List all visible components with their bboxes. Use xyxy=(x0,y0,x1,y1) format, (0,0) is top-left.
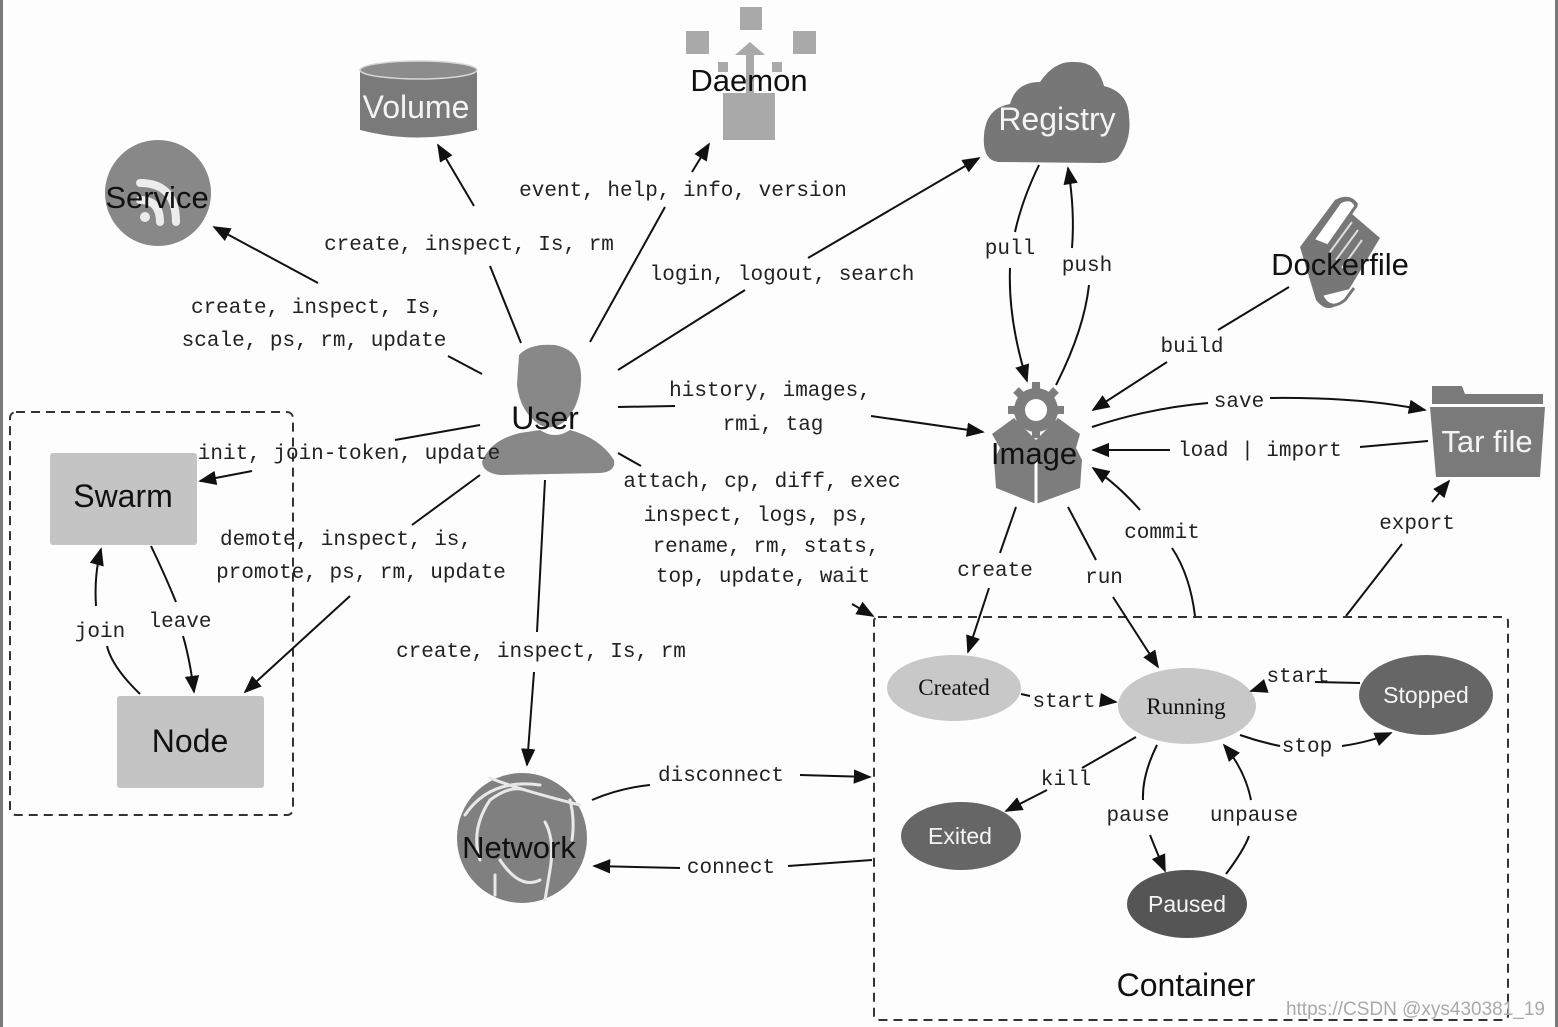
docker-command-diagram: Volume Daemon Registry Service User Dock… xyxy=(9,7,1545,1021)
service-label: Service xyxy=(105,180,208,215)
service-node[interactable]: Service xyxy=(105,140,211,246)
edge-label-commit: commit xyxy=(1124,522,1200,545)
edge-label-node-2: promote, ps, rm, update xyxy=(216,562,506,585)
user-node[interactable]: User xyxy=(482,344,615,475)
edge-container-network-connect: connect xyxy=(592,857,873,880)
state-stopped-label: Stopped xyxy=(1383,682,1469,708)
edge-label-push: push xyxy=(1062,255,1112,278)
edge-label-image-1: history, images, xyxy=(669,380,871,403)
edge-label-image-2: rmi, tag xyxy=(723,414,824,437)
edge-swarm-node-leave: leave xyxy=(148,545,212,694)
edge-label-volume: create, inspect, Is, rm xyxy=(324,234,614,257)
edge-label-pause: pause xyxy=(1106,805,1169,828)
image-node[interactable]: Image xyxy=(991,382,1082,504)
registry-label: Registry xyxy=(998,101,1115,137)
swarm-node[interactable]: Swarm xyxy=(50,453,197,545)
edge-label-daemon: event, help, info, version xyxy=(519,180,847,203)
state-created-label: Created xyxy=(918,675,990,700)
edge-network-container-disconnect: disconnect xyxy=(591,765,872,801)
node-label: Node xyxy=(152,723,229,759)
edge-label-container-2: inspect, logs, ps, xyxy=(644,505,871,528)
database-icon-top xyxy=(359,60,478,80)
edge-label-swarm: init, join-token, update xyxy=(198,443,500,466)
edge-stopped-running-start: start xyxy=(1249,666,1361,693)
container-group-label: Container xyxy=(1117,967,1256,1003)
edge-node-swarm-join: join xyxy=(75,547,141,695)
edge-container-image-commit: commit xyxy=(1091,466,1200,617)
edge-label-create: create xyxy=(957,560,1033,583)
edge-container-tar-export: export xyxy=(1345,479,1455,617)
edge-label-leave: leave xyxy=(148,611,211,634)
edge-label-container-3: rename, rm, stats, xyxy=(653,536,880,559)
state-exited[interactable]: Exited xyxy=(901,802,1021,870)
edge-label-unpause: unpause xyxy=(1210,805,1298,828)
watermark: https://CSDN @xys430381_19 xyxy=(1286,999,1545,1020)
image-label: Image xyxy=(991,436,1077,471)
volume-label: Volume xyxy=(363,89,470,125)
edge-label-save: save xyxy=(1214,391,1264,414)
edge-label-pull: pull xyxy=(985,238,1035,261)
edge-label-build: build xyxy=(1160,336,1223,359)
edge-label-service-2: scale, ps, rm, update xyxy=(182,330,447,353)
edge-label-start-stopped: start xyxy=(1266,666,1329,689)
daemon-node[interactable]: Daemon xyxy=(686,7,816,140)
edge-running-exited-kill: kill xyxy=(1004,736,1137,812)
state-running[interactable]: Running xyxy=(1118,668,1256,744)
state-paused-label: Paused xyxy=(1148,891,1226,917)
edge-label-stop: stop xyxy=(1282,736,1332,759)
tar-file-node[interactable]: Tar file xyxy=(1430,386,1545,477)
edge-user-image: history, images, rmi, tag xyxy=(617,380,985,437)
edge-running-stopped-stop: stop xyxy=(1239,732,1393,759)
edge-label-container-1: attach, cp, diff, exec xyxy=(623,471,900,494)
swarm-label: Swarm xyxy=(73,478,173,514)
edge-label-join: join xyxy=(75,621,125,644)
volume-node[interactable]: Volume xyxy=(359,60,478,138)
edge-label-start-created: start xyxy=(1032,691,1095,714)
edge-label-service-1: create, inspect, Is, xyxy=(191,297,443,320)
edge-user-container: attach, cp, diff, exec inspect, logs, ps… xyxy=(617,452,901,617)
edge-created-running-start: start xyxy=(1020,691,1118,714)
edge-registry-image-pull: pull xyxy=(985,164,1040,383)
node-node[interactable]: Node xyxy=(117,696,264,788)
edge-tar-image-load: load | import xyxy=(1091,440,1429,463)
state-stopped[interactable]: Stopped xyxy=(1359,655,1493,735)
tar-file-label: Tar file xyxy=(1441,424,1532,459)
edge-image-tar-save: save xyxy=(1091,391,1427,428)
edge-image-registry-push: push xyxy=(1055,166,1112,386)
edge-paused-running-unpause: unpause xyxy=(1210,743,1298,875)
dockerfile-label: Dockerfile xyxy=(1271,247,1409,282)
edge-user-network: create, inspect, Is, rm xyxy=(396,479,686,767)
edge-label-registry: login, logout, search xyxy=(650,264,915,287)
state-exited-label: Exited xyxy=(928,823,992,849)
edge-label-connect: connect xyxy=(687,857,775,880)
edge-label-node-1: demote, inspect, is, xyxy=(220,529,472,552)
registry-node[interactable]: Registry xyxy=(983,61,1130,164)
edge-label-container-4: top, update, wait xyxy=(656,566,870,589)
edge-user-swarm: init, join-token, update xyxy=(198,424,500,486)
edge-label-export: export xyxy=(1379,513,1455,536)
edge-label-load-import: load | import xyxy=(1178,440,1342,463)
edge-label-kill: kill xyxy=(1041,769,1091,792)
edge-label-run: run xyxy=(1085,567,1123,590)
state-running-label: Running xyxy=(1146,694,1226,719)
edge-image-created: create xyxy=(957,506,1033,654)
edge-running-paused-pause: pause xyxy=(1106,744,1170,873)
network-node[interactable]: Network xyxy=(457,773,587,903)
state-created[interactable]: Created xyxy=(887,655,1021,721)
edge-label-disconnect: disconnect xyxy=(658,765,784,788)
network-label: Network xyxy=(462,830,576,865)
state-paused[interactable]: Paused xyxy=(1127,870,1247,938)
dockerfile-node[interactable]: Dockerfile xyxy=(1271,196,1409,309)
user-label: User xyxy=(511,400,579,436)
daemon-label: Daemon xyxy=(690,63,807,98)
edge-label-network: create, inspect, Is, rm xyxy=(396,641,686,664)
